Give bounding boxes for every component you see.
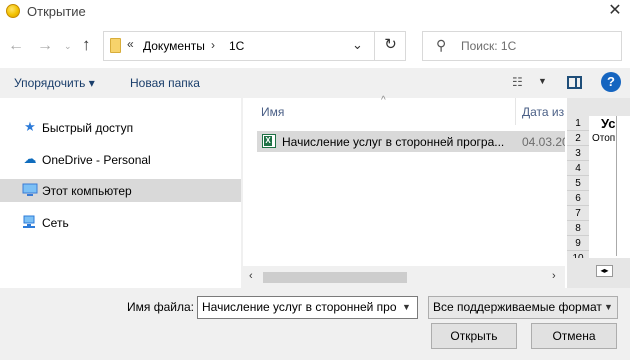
folder-icon bbox=[110, 38, 121, 53]
cloud-icon: ☁ bbox=[23, 151, 37, 166]
sidebar-item-label: Сеть bbox=[42, 216, 69, 230]
preview-sheet-nav-icon[interactable]: ◂▸ bbox=[596, 265, 613, 277]
star-icon: ★ bbox=[24, 119, 36, 134]
preview-row-number: 9 bbox=[567, 236, 589, 251]
sidebar-item-label: Быстрый доступ bbox=[42, 121, 134, 135]
preview-grid-line bbox=[616, 116, 617, 256]
column-header-date[interactable]: Дата из bbox=[522, 105, 564, 119]
address-dropdown-icon[interactable]: ⌄ bbox=[352, 37, 363, 53]
preview-row-number: 3 bbox=[567, 146, 589, 161]
scrollbar-thumb[interactable] bbox=[263, 272, 407, 283]
preview-row-number: 1 bbox=[567, 116, 589, 131]
close-button[interactable]: ✕ bbox=[600, 0, 630, 24]
sort-ascending-icon: ^ bbox=[381, 95, 386, 106]
filename-label: Имя файла: bbox=[127, 300, 194, 314]
preview-row-number: 6 bbox=[567, 191, 589, 206]
preview-row-number: 8 bbox=[567, 221, 589, 236]
search-input[interactable] bbox=[422, 31, 622, 61]
search-placeholder: Поиск: 1С bbox=[461, 39, 517, 53]
preview-column-header bbox=[589, 100, 616, 115]
file-list bbox=[243, 98, 565, 288]
column-separator[interactable] bbox=[515, 98, 516, 125]
view-options-dropdown-icon[interactable]: ▼ bbox=[538, 76, 547, 86]
file-type-dropdown-icon[interactable]: ▼ bbox=[604, 302, 613, 312]
filename-dropdown-icon[interactable]: ▼ bbox=[402, 302, 411, 312]
network-icon bbox=[22, 215, 38, 229]
preview-cell-text: Отоп bbox=[592, 133, 616, 144]
app-icon bbox=[6, 4, 20, 18]
preview-row-number: 2 bbox=[567, 131, 589, 146]
file-type-select[interactable]: Все поддерживаемые формат bbox=[428, 296, 618, 319]
view-options-icon[interactable]: ☷ bbox=[512, 75, 523, 89]
preview-row-number: 5 bbox=[567, 176, 589, 191]
computer-icon bbox=[22, 183, 38, 197]
file-name[interactable]: Начисление услуг в сторонней програ... bbox=[282, 135, 504, 149]
preview-cell-title: Ус bbox=[601, 116, 616, 131]
scroll-right-icon[interactable]: › bbox=[552, 270, 556, 282]
breadcrumb-1c[interactable]: 1С bbox=[229, 39, 244, 53]
cancel-button[interactable]: Отмена bbox=[531, 323, 617, 349]
organize-button[interactable]: Упорядочить ▾ bbox=[14, 76, 95, 90]
file-date: 04.03.20 bbox=[522, 135, 569, 149]
filename-input[interactable]: Начисление услуг в сторонней про bbox=[197, 296, 418, 319]
help-button[interactable]: ? bbox=[601, 72, 621, 92]
excel-file-icon-mark: X bbox=[264, 136, 272, 146]
preview-pane-divider bbox=[575, 78, 577, 89]
column-header-name[interactable]: Имя bbox=[261, 105, 284, 119]
forward-arrow-icon[interactable]: → bbox=[37, 37, 53, 55]
back-arrow-icon[interactable]: ← bbox=[8, 37, 24, 55]
sidebar-item-label: Этот компьютер bbox=[42, 184, 132, 198]
open-button[interactable]: Открыть bbox=[431, 323, 517, 349]
scroll-left-icon[interactable]: ‹ bbox=[249, 270, 253, 282]
refresh-button[interactable]: ↻ bbox=[374, 31, 406, 61]
new-folder-button[interactable]: Новая папка bbox=[130, 76, 200, 90]
breadcrumb-separator-icon[interactable]: › bbox=[211, 38, 215, 52]
sidebar-item-label: OneDrive - Personal bbox=[42, 153, 151, 167]
breadcrumb-documents[interactable]: Документы bbox=[143, 39, 205, 53]
title-bar bbox=[0, 0, 630, 24]
preview-row-number: 4 bbox=[567, 161, 589, 176]
sidebar-item-network[interactable]: Сеть bbox=[0, 211, 241, 234]
window-title: Открытие bbox=[27, 4, 86, 19]
address-overflow-chevron[interactable]: « bbox=[127, 37, 134, 51]
sidebar-item-quick-access[interactable]: ★ Быстрый доступ bbox=[0, 116, 241, 139]
preview-row-number: 7 bbox=[567, 206, 589, 221]
sidebar-item-onedrive[interactable]: ☁ OneDrive - Personal bbox=[0, 148, 241, 171]
sidebar-item-this-pc[interactable]: Этот компьютер bbox=[0, 179, 241, 202]
recent-locations-chevron-icon[interactable]: ⌄ bbox=[64, 41, 72, 52]
up-arrow-icon[interactable]: ↑ bbox=[82, 35, 91, 55]
search-icon: ⚲ bbox=[436, 37, 447, 53]
